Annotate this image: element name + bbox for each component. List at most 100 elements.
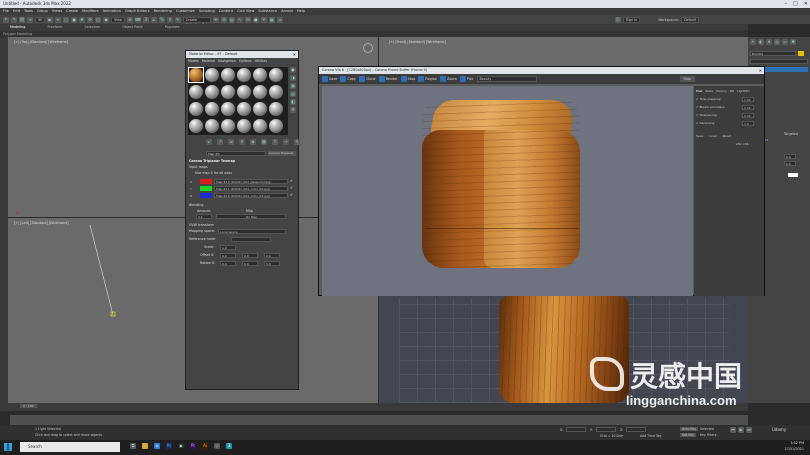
premiere-icon[interactable]: Pr: [190, 443, 196, 449]
viewport-front-label[interactable]: [+] [Front] [Standard] [Wireframe]: [389, 40, 446, 44]
undo-icon[interactable]: ↶: [3, 16, 9, 23]
track-bar[interactable]: [10, 415, 748, 425]
material-editor-close-icon[interactable]: ✕: [293, 51, 296, 58]
angle-snap-icon[interactable]: ∠: [150, 16, 157, 23]
vfb-pick-button[interactable]: Pick: [459, 76, 474, 82]
offset-z-field[interactable]: 0.0: [264, 253, 280, 258]
vfb-copy-button[interactable]: Copy: [340, 76, 356, 82]
material-editor-icon[interactable]: ●: [252, 16, 259, 23]
menu-graph-editors[interactable]: Graph Editors: [125, 8, 150, 15]
vfb-channel-dropdown[interactable]: Beauty: [476, 76, 537, 82]
pick-material-icon[interactable]: ✎: [294, 139, 300, 145]
menu-substance[interactable]: Substance: [258, 8, 277, 15]
photoshop-icon[interactable]: Ps: [166, 443, 172, 449]
rotate-x-field[interactable]: 0.0: [220, 261, 236, 266]
offset-y-field[interactable]: 0.0: [242, 253, 258, 258]
sample-slot[interactable]: [205, 102, 219, 116]
rotate-icon[interactable]: ⟳: [87, 16, 94, 23]
sample-slot[interactable]: [221, 119, 235, 133]
mapping-space-dropdown[interactable]: Local space: [218, 229, 286, 234]
unlink-icon[interactable]: ∞: [27, 16, 33, 23]
app-icon[interactable]: ▣: [178, 443, 184, 449]
chrome-icon[interactable]: ◎: [214, 443, 220, 449]
spinner-snap-icon[interactable]: ⇕: [166, 16, 173, 23]
sample-slot[interactable]: [253, 68, 267, 82]
curve-editor-icon[interactable]: ∿: [236, 16, 243, 23]
pivot-icon[interactable]: ⊕: [126, 16, 133, 23]
map-slot-y-enabled[interactable]: ✔: [290, 186, 293, 190]
play-icon[interactable]: ▶: [738, 427, 744, 433]
ribbon-tab-modeling[interactable]: Modeling: [10, 24, 25, 31]
workspaces-dropdown[interactable]: Default: [681, 16, 700, 23]
render-setup-icon[interactable]: ☀: [260, 16, 267, 23]
axis-z-color[interactable]: [200, 193, 212, 198]
menu-tools[interactable]: Tools: [24, 8, 33, 15]
map-slot-z[interactable]: Map #12 (WOOD_004_color_03.jpg): [214, 193, 288, 198]
vfb-reset-preset-button[interactable]: Reset: [723, 133, 731, 139]
menu-file[interactable]: File: [3, 8, 9, 15]
scale-field[interactable]: 1.0: [220, 245, 236, 250]
sample-slot[interactable]: [269, 102, 283, 116]
sample-slot[interactable]: [253, 119, 267, 133]
vfb-tab-stats[interactable]: Stats: [705, 88, 713, 94]
sample-slot[interactable]: [205, 85, 219, 99]
menu-customize[interactable]: Customize: [176, 8, 195, 15]
menu-scripting[interactable]: Scripting: [199, 8, 215, 15]
vfb-stop-button[interactable]: Stop: [679, 76, 696, 82]
key-filters-button[interactable]: Key Filters...: [700, 433, 719, 437]
vfb-load-preset-button[interactable]: Load: [709, 133, 716, 139]
place-icon[interactable]: ◆: [103, 16, 110, 23]
set-key-button[interactable]: Set Key: [680, 433, 697, 437]
vfb-tab-history[interactable]: History: [716, 88, 727, 94]
vfb-tab-dr[interactable]: DR: [730, 88, 734, 94]
menu-modifiers[interactable]: Modifiers: [82, 8, 98, 15]
sample-slot[interactable]: [221, 68, 235, 82]
align-icon[interactable]: ⊞: [220, 16, 227, 23]
select-by-name-icon[interactable]: ≡: [55, 16, 62, 23]
assign-to-selection-icon[interactable]: ⇲: [228, 139, 234, 145]
reference-node-button[interactable]: [231, 237, 271, 242]
snap-icon[interactable]: 3: [142, 16, 149, 23]
keyboard-shortcut-icon[interactable]: ⌨: [134, 16, 141, 23]
selection-set-dropdown[interactable]: Create Selection Set: [182, 16, 211, 27]
select-icon[interactable]: ▶: [47, 16, 54, 23]
background-icon[interactable]: ▦: [290, 83, 296, 89]
close-button[interactable]: ✕: [804, 0, 808, 8]
sample-slot[interactable]: [237, 119, 251, 133]
axis-x-color[interactable]: [200, 179, 212, 184]
offset-x-field[interactable]: 0.0: [220, 253, 236, 258]
taskbar-search-box[interactable]: Search: [20, 442, 120, 452]
sample-slot[interactable]: [221, 102, 235, 116]
menu-create[interactable]: Create: [66, 8, 78, 15]
make-unique-icon[interactable]: ◈: [250, 139, 256, 145]
menu-animation[interactable]: Animation: [103, 8, 121, 15]
menu-help[interactable]: Help: [297, 8, 305, 15]
render-icon[interactable]: ☕: [276, 16, 283, 23]
filter-dropdown[interactable]: All: [35, 16, 46, 23]
map-slot-x[interactable]: Map #10 (WOOD_004_basecolor.jpg): [214, 179, 288, 184]
go-to-parent-icon[interactable]: ↑: [272, 139, 278, 145]
scale-icon[interactable]: ◱: [95, 16, 102, 23]
me-menu-utilities[interactable]: Utilities: [255, 58, 267, 64]
vfb-region-button[interactable]: Region: [418, 76, 437, 82]
modifier-list[interactable]: [750, 59, 808, 64]
sample-type-icon[interactable]: ●: [290, 67, 296, 73]
redo-icon[interactable]: ↷: [11, 16, 17, 23]
add-time-tag-button[interactable]: Add Time Tag: [640, 434, 661, 438]
menu-rendering[interactable]: Rendering: [154, 8, 172, 15]
browser-icon[interactable]: ◉: [154, 443, 160, 449]
task-view-icon[interactable]: ⧉: [130, 443, 136, 449]
illustrator-icon[interactable]: Ai: [202, 443, 208, 449]
vfb-value-2[interactable]: 0.50: [742, 105, 754, 110]
menu-civil-view[interactable]: Civil View: [237, 8, 254, 15]
cp-intensity-field[interactable]: 0.0: [784, 154, 796, 159]
create-tab-icon[interactable]: +: [750, 39, 756, 45]
sample-slot[interactable]: [205, 119, 219, 133]
maximize-button[interactable]: □: [793, 0, 798, 8]
vfb-value-4[interactable]: 1.0: [742, 121, 754, 126]
sample-slot[interactable]: [269, 68, 283, 82]
reference-coord-dropdown[interactable]: View: [111, 16, 125, 23]
amount-field[interactable]: 0.1: [196, 214, 212, 219]
rotate-z-field[interactable]: 0.0: [264, 261, 280, 266]
sign-in-dropdown[interactable]: Sign In: [622, 16, 641, 23]
